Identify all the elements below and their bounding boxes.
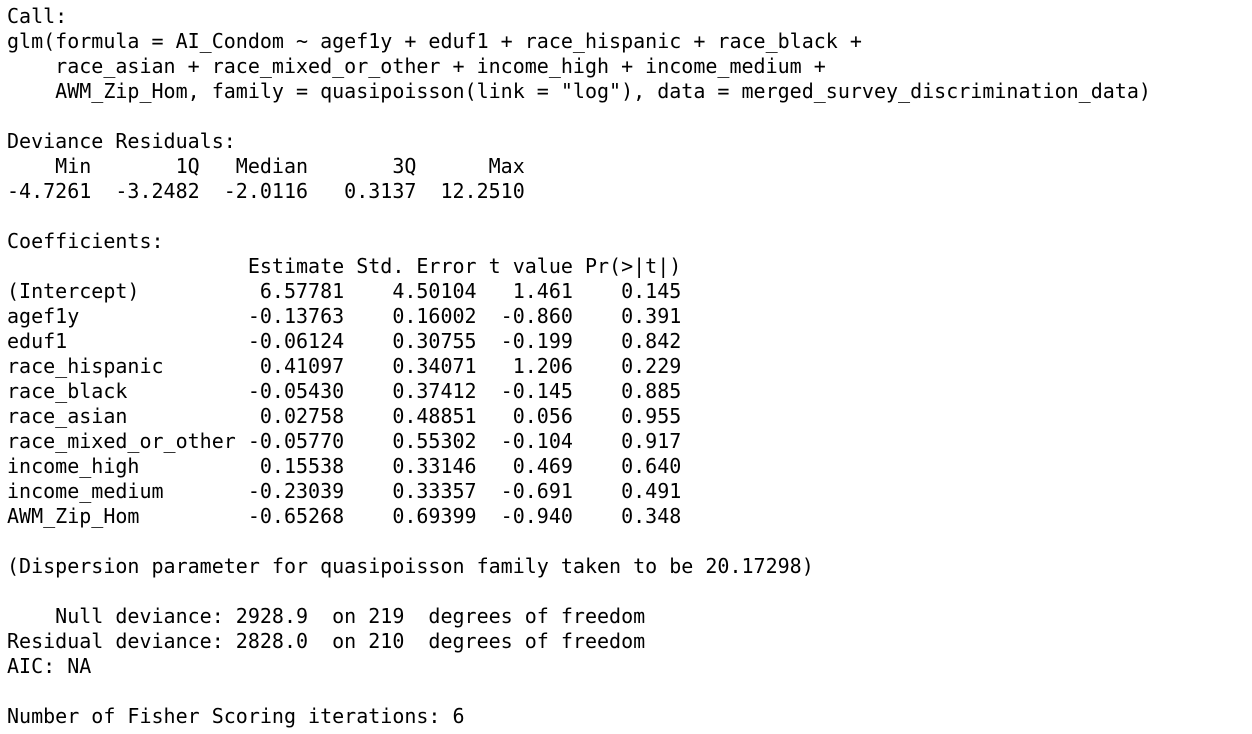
- console-line: Deviance Residuals:: [7, 129, 248, 153]
- console-line: (Dispersion parameter for quasipoisson f…: [7, 554, 814, 578]
- console-line: AWM_Zip_Hom, family = quasipoisson(link …: [7, 79, 1151, 103]
- console-line: Estimate Std. Error t value Pr(>|t|): [7, 254, 682, 278]
- console-line: race_black -0.05430 0.37412 -0.145 0.885: [7, 379, 682, 403]
- console-line: race_asian + race_mixed_or_other + incom…: [7, 54, 838, 78]
- console-line: income_high 0.15538 0.33146 0.469 0.640: [7, 454, 682, 478]
- console-line: (Intercept) 6.57781 4.50104 1.461 0.145: [7, 279, 682, 303]
- console-line: Residual deviance: 2828.0 on 210 degrees…: [7, 629, 646, 653]
- console-line: glm(formula = AI_Condom ~ agef1y + eduf1…: [7, 29, 874, 53]
- console-line: race_hispanic 0.41097 0.34071 1.206 0.22…: [7, 354, 682, 378]
- console-line: Coefficients:: [7, 229, 164, 253]
- console-line: AWM_Zip_Hom -0.65268 0.69399 -0.940 0.34…: [7, 504, 682, 528]
- console-line: income_medium -0.23039 0.33357 -0.691 0.…: [7, 479, 682, 503]
- console-line: race_mixed_or_other -0.05770 0.55302 -0.…: [7, 429, 682, 453]
- console-line: race_asian 0.02758 0.48851 0.056 0.955: [7, 404, 682, 428]
- console-line: Min 1Q Median 3Q Max: [7, 154, 549, 178]
- console-line: Call:: [7, 4, 68, 28]
- console-line: Null deviance: 2928.9 on 219 degrees of …: [7, 604, 646, 628]
- console-line: eduf1 -0.06124 0.30755 -0.199 0.842: [7, 329, 682, 353]
- console-line: AIC: NA: [7, 654, 92, 678]
- console-line: Number of Fisher Scoring iterations: 6: [7, 704, 465, 728]
- r-console-output: Call: glm(formula = AI_Condom ~ agef1y +…: [0, 0, 1252, 734]
- console-line: -4.7261 -3.2482 -2.0116 0.3137 12.2510: [7, 179, 549, 203]
- console-line: agef1y -0.13763 0.16002 -0.860 0.391: [7, 304, 682, 328]
